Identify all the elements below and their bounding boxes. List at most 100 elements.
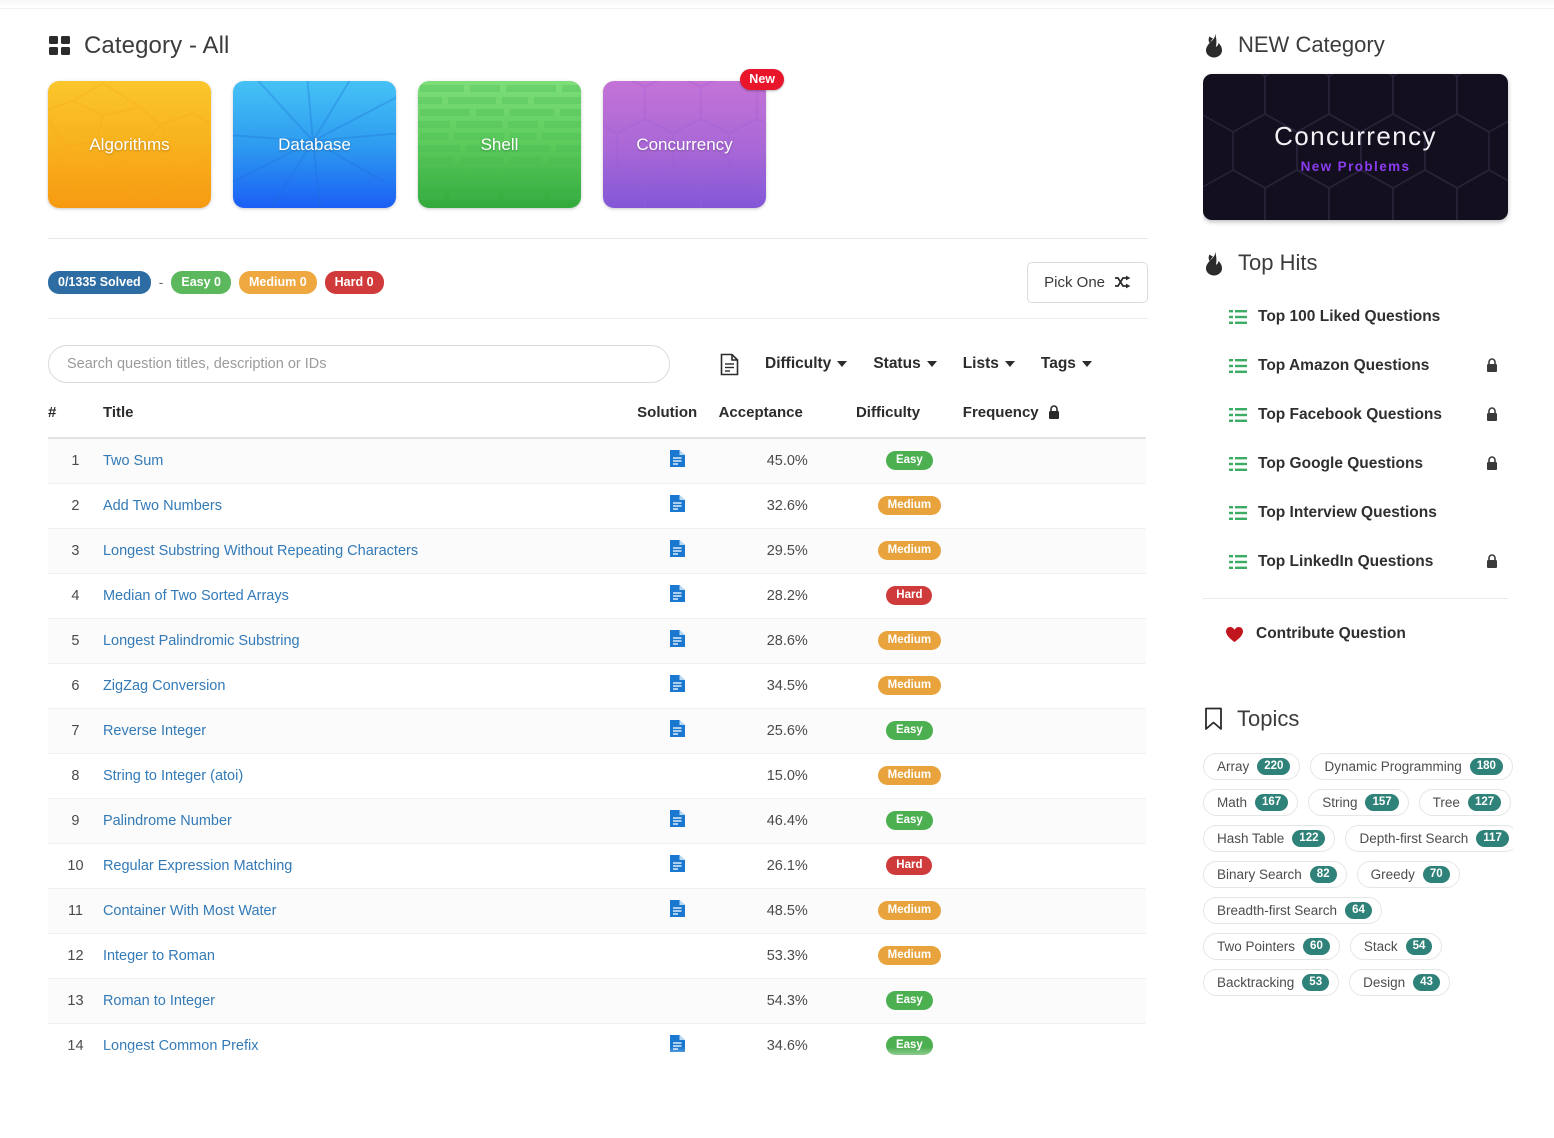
document-icon[interactable] <box>720 353 739 376</box>
column-header-number[interactable]: # <box>48 404 103 439</box>
table-row[interactable]: 2 Add Two Numbers 32.6% Medium <box>48 483 1146 528</box>
question-link[interactable]: Palindrome Number <box>103 813 232 829</box>
table-row[interactable]: 1 Two Sum 45.0% Easy <box>48 438 1146 483</box>
table-row[interactable]: 11 Container With Most Water 48.5% Medium <box>48 888 1146 933</box>
table-row[interactable]: 3 Longest Substring Without Repeating Cha… <box>48 528 1146 573</box>
topic-tag[interactable]: Tree 127 <box>1418 789 1512 816</box>
search-and-filters: Difficulty Status Lists Tags <box>48 345 1148 383</box>
new-category-heading: NEW Category <box>1238 32 1385 57</box>
solution-document-icon[interactable] <box>669 674 686 693</box>
solution-document-icon[interactable] <box>669 1034 686 1053</box>
question-link[interactable]: Longest Palindromic Substring <box>103 633 300 649</box>
row-solution-cell <box>637 978 718 1023</box>
table-row[interactable]: 7 Reverse Integer 25.6% Easy <box>48 708 1146 753</box>
category-card-concurrency[interactable]: Concurrency <box>603 81 766 208</box>
table-row[interactable]: 4 Median of Two Sorted Arrays 28.2% Hard <box>48 573 1146 618</box>
question-link[interactable]: ZigZag Conversion <box>103 678 226 694</box>
topic-tag[interactable]: Stack 54 <box>1349 933 1443 960</box>
list-icon <box>1229 358 1247 373</box>
solution-document-icon[interactable] <box>669 449 686 468</box>
table-row[interactable]: 153Sum 25.9%Medium <box>48 1068 1146 1073</box>
filter-difficulty[interactable]: Difficulty <box>765 355 848 373</box>
row-difficulty-cell: Easy <box>856 978 963 1023</box>
question-link[interactable]: Container With Most Water <box>103 903 277 919</box>
pick-one-label: Pick One <box>1044 273 1105 291</box>
topic-tag[interactable]: Dynamic Programming 180 <box>1310 753 1513 780</box>
table-row[interactable]: 6 ZigZag Conversion 34.5% Medium <box>48 663 1146 708</box>
table-row[interactable]: 9 Palindrome Number 46.4% Easy <box>48 798 1146 843</box>
question-link[interactable]: Reverse Integer <box>103 723 206 739</box>
row-acceptance: 28.6% <box>766 632 808 649</box>
easy-count-badge[interactable]: Easy 0 <box>171 270 231 294</box>
solution-document-icon[interactable] <box>669 629 686 648</box>
topic-tag[interactable]: Depth-first Search 117 <box>1345 825 1513 852</box>
row-frequency <box>963 573 1146 618</box>
stats-row: 0/1335 Solved - Easy 0 Medium 0 Hard 0 P… <box>48 261 1148 303</box>
top-hits-item-label: Top 100 Liked Questions <box>1258 307 1441 325</box>
topic-tag[interactable]: Breadth-first Search 64 <box>1203 897 1382 924</box>
question-link[interactable]: Longest Substring Without Repeating Char… <box>103 543 418 559</box>
row-number: 14 <box>67 1037 84 1054</box>
topic-tag[interactable]: Math 167 <box>1203 789 1299 816</box>
solution-document-icon[interactable] <box>669 809 686 828</box>
category-card-algorithms[interactable]: Algorithms <box>48 81 211 208</box>
question-link[interactable]: Longest Common Prefix <box>103 1038 259 1054</box>
solution-document-icon[interactable] <box>669 899 686 918</box>
table-row[interactable]: 14 Longest Common Prefix 34.6% Easy <box>48 1023 1146 1068</box>
topic-tag[interactable]: Two Pointers 60 <box>1203 933 1340 960</box>
category-card-shell[interactable]: Shell <box>418 81 581 208</box>
filter-lists[interactable]: Lists <box>963 355 1015 373</box>
search-input[interactable] <box>48 345 670 383</box>
row-acceptance: 53.3% <box>766 947 808 964</box>
top-hits-item[interactable]: Top Google Questions <box>1203 439 1513 488</box>
difficulty-badge: Hard <box>886 586 933 605</box>
hard-count-badge[interactable]: Hard 0 <box>324 270 384 294</box>
solution-document-icon[interactable] <box>669 539 686 558</box>
table-row[interactable]: 10 Regular Expression Matching 26.1% Hard <box>48 843 1146 888</box>
question-link[interactable]: Regular Expression Matching <box>103 858 292 874</box>
concurrency-banner[interactable]: Concurrency New Problems <box>1203 74 1508 220</box>
solution-document-icon[interactable] <box>669 494 686 513</box>
topic-tag-count: 127 <box>1467 794 1502 811</box>
topic-tag[interactable]: String 157 <box>1308 789 1409 816</box>
top-hits-item[interactable]: Top Facebook Questions <box>1203 390 1513 439</box>
solved-badge[interactable]: 0/1335 Solved <box>48 270 151 294</box>
top-hits-item[interactable]: Top Amazon Questions <box>1203 341 1513 390</box>
category-card-database[interactable]: Database <box>233 81 396 208</box>
solution-document-icon[interactable] <box>669 584 686 603</box>
column-header-solution[interactable]: Solution <box>637 404 719 439</box>
medium-count-badge[interactable]: Medium 0 <box>239 270 317 294</box>
table-row[interactable]: 13 Roman to Integer 54.3% Easy <box>48 978 1146 1023</box>
question-link[interactable]: Add Two Numbers <box>103 498 222 514</box>
row-number: 3 <box>71 542 80 559</box>
question-link[interactable]: Roman to Integer <box>103 993 215 1009</box>
question-link[interactable]: Integer to Roman <box>103 948 215 964</box>
topic-tag[interactable]: Design 43 <box>1349 969 1450 996</box>
row-difficulty-cell: Medium <box>856 483 963 528</box>
topic-tag[interactable]: Hash Table 122 <box>1203 825 1336 852</box>
row-title-cell: Longest Substring Without Repeating Char… <box>103 528 637 573</box>
topic-tag[interactable]: Greedy 70 <box>1356 861 1460 888</box>
pick-one-button[interactable]: Pick One <box>1027 261 1148 303</box>
table-row[interactable]: 5 Longest Palindromic Substring 28.6% Mediu… <box>48 618 1146 663</box>
solution-document-icon[interactable] <box>669 719 686 738</box>
top-hits-item[interactable]: Top Interview Questions <box>1203 488 1513 537</box>
table-row[interactable]: 12 Integer to Roman 53.3% Medium <box>48 933 1146 978</box>
solution-document-icon[interactable] <box>669 854 686 873</box>
filter-tags[interactable]: Tags <box>1041 355 1092 373</box>
column-header-title[interactable]: Title <box>102 404 638 439</box>
top-hits-item[interactable]: Top 100 Liked Questions <box>1203 292 1513 341</box>
column-header-acceptance[interactable]: Acceptance <box>718 404 856 439</box>
question-link[interactable]: String to Integer (atoi) <box>103 768 243 784</box>
topic-tag[interactable]: Binary Search 82 <box>1203 861 1347 888</box>
table-row[interactable]: 8 String to Integer (atoi) 15.0% Medium <box>48 753 1146 798</box>
topic-tag[interactable]: Array 220 <box>1203 753 1301 780</box>
question-link[interactable]: Median of Two Sorted Arrays <box>103 588 289 604</box>
contribute-question-link[interactable]: Contribute Question <box>1203 625 1513 643</box>
question-link[interactable]: Two Sum <box>103 453 163 469</box>
column-header-difficulty[interactable]: Difficulty <box>855 404 963 439</box>
column-header-frequency[interactable]: Frequency <box>962 404 1146 439</box>
filter-status[interactable]: Status <box>873 355 937 373</box>
topic-tag[interactable]: Backtracking 53 <box>1203 969 1340 996</box>
top-hits-item[interactable]: Top LinkedIn Questions <box>1203 537 1513 586</box>
